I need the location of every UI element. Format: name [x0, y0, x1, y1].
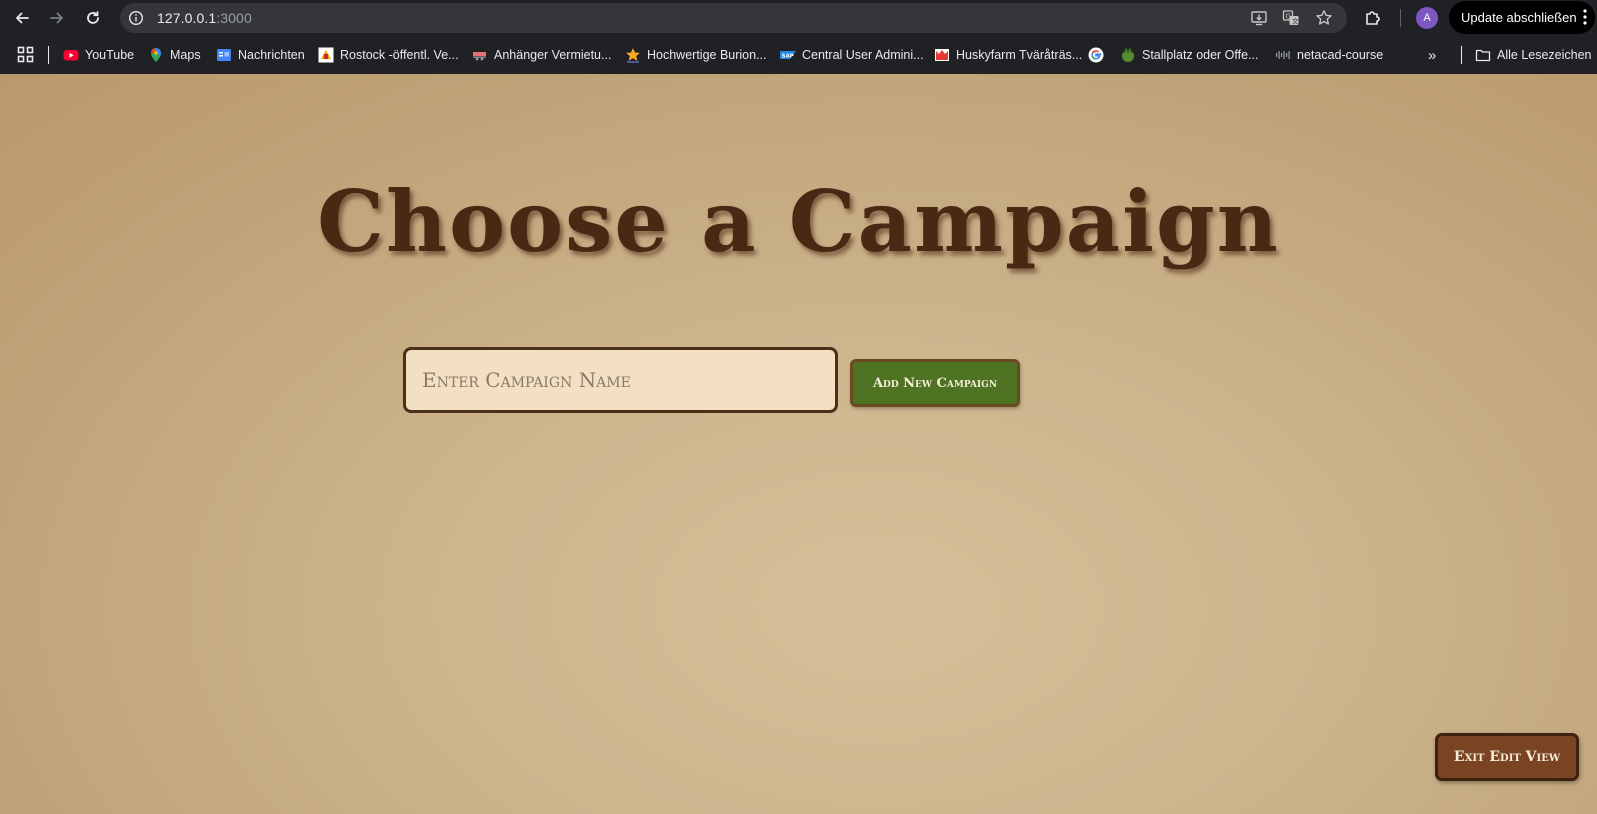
add-campaign-button-label: Add New Campaign	[872, 375, 998, 391]
bookmark-maps[interactable]: Maps	[148, 46, 201, 64]
bookmark-star-icon[interactable]	[1315, 9, 1333, 27]
bookmark-huskyfarm[interactable]: Huskyfarm Tväråträs...	[934, 46, 1082, 64]
bookmarks-divider	[48, 46, 49, 64]
reload-icon[interactable]	[81, 6, 105, 30]
url-port: :3000	[216, 10, 252, 26]
forward-arrow-icon[interactable]	[45, 6, 69, 30]
apps-grid-icon[interactable]	[16, 45, 36, 65]
site-info-icon[interactable]	[128, 10, 144, 26]
bookmarks-bar: YouTube Maps Nachrichten Rostock -öffent…	[0, 36, 1597, 74]
more-menu-icon[interactable]	[1583, 9, 1587, 25]
update-button-label: Update abschließen	[1461, 10, 1577, 25]
bookmark-label: Anhänger Vermietu...	[494, 48, 612, 62]
google-news-icon	[216, 47, 232, 63]
svg-text:文: 文	[1292, 17, 1299, 26]
stallplatz-icon	[1120, 47, 1136, 63]
bookmark-stallplatz[interactable]: Stallplatz oder Offe...	[1120, 46, 1259, 64]
page-title: Choose a Campaign	[317, 172, 1280, 271]
toolbar-divider	[1400, 9, 1401, 27]
url-host: 127.0.0.1	[157, 10, 217, 26]
translate-icon[interactable]: G文	[1282, 9, 1300, 27]
huskyfarm-icon	[934, 47, 950, 63]
profile-initial: A	[1423, 12, 1431, 24]
more-bookmarks-chevron-icon[interactable]: »	[1428, 46, 1436, 64]
bookmark-rostock[interactable]: Rostock -öffentl. Ve...	[318, 46, 459, 64]
bookmark-label: Maps	[170, 48, 201, 62]
exit-edit-view-button-label: Exit Edit View	[1453, 749, 1561, 765]
bookmark-label: Central User Admini...	[802, 48, 924, 62]
bookmark-label: Rostock -öffentl. Ve...	[340, 48, 459, 62]
profile-avatar[interactable]: A	[1416, 7, 1438, 29]
bookmark-label: Huskyfarm Tväråträs...	[956, 48, 1083, 62]
sap-icon: SAP	[780, 47, 796, 63]
campaign-name-input[interactable]	[403, 347, 838, 413]
back-arrow-icon[interactable]	[10, 6, 34, 30]
youtube-icon	[63, 47, 79, 63]
campaign-page: Choose a Campaign Add New Campaign Exit …	[0, 74, 1597, 814]
url-text: 127.0.0.1:3000	[157, 10, 252, 26]
bookmark-google[interactable]	[1088, 46, 1110, 64]
bookmark-anhaenger[interactable]: Anhänger Vermietu...	[472, 46, 611, 64]
folder-icon	[1475, 47, 1491, 63]
bookmark-label: Nachrichten	[238, 48, 305, 62]
maps-pin-icon	[148, 47, 164, 63]
cisco-icon	[1275, 47, 1291, 63]
all-bookmarks-label: Alle Lesezeichen	[1497, 48, 1592, 62]
update-button[interactable]: Update abschließen	[1449, 1, 1595, 34]
bookmark-nachrichten[interactable]: Nachrichten	[216, 46, 305, 64]
svg-text:G: G	[1286, 13, 1291, 21]
svg-text:SAP: SAP	[782, 54, 794, 60]
bookmark-label: YouTube	[85, 48, 135, 62]
address-bar[interactable]: 127.0.0.1:3000 G文	[120, 3, 1347, 33]
add-campaign-button[interactable]: Add New Campaign	[850, 359, 1020, 407]
bookmark-label: netacad-course	[1297, 48, 1384, 62]
bookmarks-divider	[1461, 46, 1462, 64]
extensions-puzzle-icon[interactable]	[1363, 8, 1383, 28]
install-app-icon[interactable]	[1250, 9, 1268, 27]
rostock-transit-icon	[318, 47, 334, 63]
trailer-rental-icon	[472, 47, 488, 63]
browser-toolbar: 127.0.0.1:3000 G文 A Update abschließen	[0, 0, 1597, 36]
star-logo-icon	[625, 47, 641, 63]
bookmark-youtube[interactable]: YouTube	[63, 46, 134, 64]
bookmark-label: Stallplatz oder Offe...	[1142, 48, 1259, 62]
all-bookmarks-folder[interactable]: Alle Lesezeichen	[1475, 46, 1592, 64]
exit-edit-view-button[interactable]: Exit Edit View	[1435, 733, 1579, 781]
bookmark-label: Hochwertige Burion...	[647, 48, 767, 62]
bookmark-netacad[interactable]: netacad-course	[1275, 46, 1383, 64]
bookmark-central-user-admin[interactable]: SAP Central User Admini...	[780, 46, 924, 64]
bookmark-burion[interactable]: Hochwertige Burion...	[625, 46, 767, 64]
google-icon	[1088, 47, 1104, 63]
